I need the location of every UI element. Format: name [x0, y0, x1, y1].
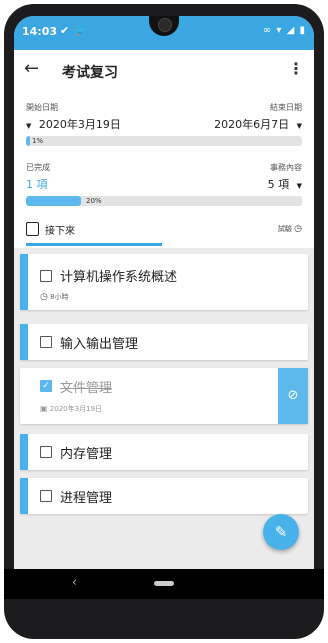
notification-icons: ✔ 🐦	[60, 24, 87, 37]
task-color-strip	[20, 254, 28, 310]
task-meta: ▣ 2020年3月19日	[40, 404, 102, 414]
start-date-select[interactable]: ▼ 2020年3月19日	[26, 116, 121, 132]
edit-fab-button[interactable]: ✎	[263, 514, 299, 550]
task-checkbox[interactable]	[40, 270, 52, 282]
task-checkbox[interactable]	[40, 336, 52, 348]
time-progress-bar: 1%	[26, 136, 302, 146]
clock-icon: ◷	[40, 292, 48, 302]
task-name: 文件管理	[60, 381, 113, 396]
back-arrow-icon[interactable]: ←	[24, 58, 39, 79]
task-name: 计算机操作系统概述	[60, 270, 178, 285]
total-count-select[interactable]: 5 項 ▼	[268, 176, 302, 192]
task-card[interactable]: 输入输出管理	[20, 324, 308, 360]
hide-button[interactable]: ⊘	[278, 368, 308, 424]
eye-off-icon: ⊘	[287, 388, 299, 403]
task-date: 2020年3月19日	[49, 405, 102, 413]
start-date-label: 開始日期	[26, 103, 58, 112]
task-card-done[interactable]: ✓ 文件管理 ▣ 2020年3月19日 ⊘	[20, 368, 308, 424]
task-color-strip	[20, 478, 28, 514]
nav-back-icon[interactable]: ‹	[72, 575, 77, 589]
done-count: 1 項	[26, 178, 48, 191]
clock-icon: ◷	[294, 224, 302, 234]
dropdown-arrow-icon: ▼	[296, 182, 302, 190]
task-meta: ◷ 8小時	[40, 292, 69, 302]
time-progress-fill	[26, 136, 31, 146]
nav-home-pill[interactable]	[154, 581, 174, 586]
phone-frame: 14:03 ✔ 🐦 ∞ ▾ ◢ ▮ ← 考试复习 ⋮ 開始日期 結束日期 ▼ 2…	[4, 4, 324, 639]
tab-test[interactable]: 試驗 ◷	[278, 224, 302, 234]
tab-indicator	[26, 243, 162, 246]
tab-bar: 接下來 試驗 ◷	[14, 216, 314, 248]
app-bar: ← 考试复习 ⋮	[14, 50, 314, 90]
task-name: 进程管理	[60, 491, 113, 506]
task-name: 内存管理	[60, 447, 113, 462]
items-progress-fill	[26, 196, 82, 206]
task-checkbox-checked[interactable]: ✓	[40, 380, 52, 392]
calendar-icon: ▣	[40, 404, 48, 413]
page-title: 考试复习	[62, 65, 118, 81]
items-progress-bar: 20%	[26, 196, 302, 206]
time-progress-text: 1%	[32, 137, 44, 145]
task-name: 输入输出管理	[60, 337, 139, 352]
camera-icon	[158, 18, 172, 32]
calendar-icon	[26, 222, 39, 236]
status-time: 14:03	[22, 25, 58, 38]
nav-bar: ‹	[4, 569, 324, 599]
task-checkbox[interactable]	[40, 446, 52, 458]
end-date-label: 結束日期	[270, 103, 302, 112]
end-date-value: 2020年6月7日	[214, 118, 290, 131]
total-label: 事務內容	[270, 163, 302, 172]
dropdown-arrow-icon: ▼	[296, 122, 302, 130]
items-progress-text: 20%	[86, 197, 102, 205]
total-count: 5 項	[267, 178, 290, 191]
more-options-icon[interactable]: ⋮	[288, 59, 304, 78]
task-card[interactable]: 进程管理	[20, 478, 308, 514]
system-icons: ∞ ▾ ◢ ▮	[262, 25, 306, 36]
tab-test-label: 試驗	[277, 225, 292, 233]
end-date-select[interactable]: 2020年6月7日 ▼	[214, 116, 302, 132]
done-label: 已完成	[26, 163, 50, 172]
start-date-value: 2020年3月19日	[38, 118, 121, 131]
task-card[interactable]: 计算机操作系统概述 ◷ 8小時	[20, 254, 308, 310]
task-color-strip	[20, 434, 28, 470]
dropdown-arrow-icon: ▼	[26, 122, 32, 130]
tab-upcoming-label: 接下來	[45, 226, 75, 237]
task-card[interactable]: 内存管理	[20, 434, 308, 470]
task-duration: 8小時	[50, 293, 69, 301]
screen: 14:03 ✔ 🐦 ∞ ▾ ◢ ▮ ← 考试复习 ⋮ 開始日期 結束日期 ▼ 2…	[14, 16, 314, 569]
pencil-icon: ✎	[274, 523, 288, 541]
task-checkbox[interactable]	[40, 490, 52, 502]
task-color-strip	[20, 324, 28, 360]
